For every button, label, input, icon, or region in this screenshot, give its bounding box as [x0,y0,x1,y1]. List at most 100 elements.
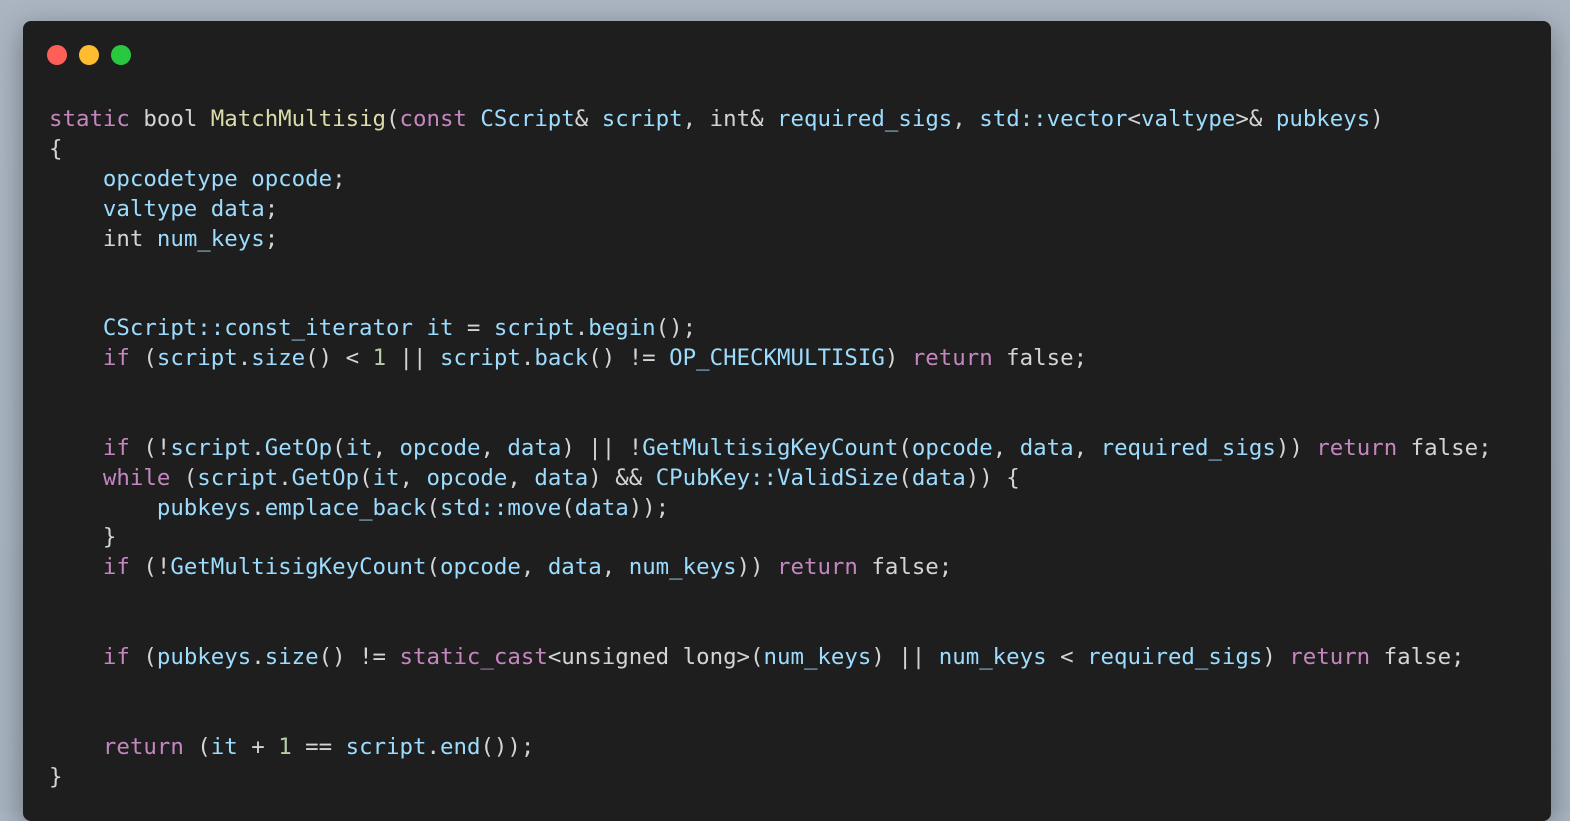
code-token: return [777,554,858,581]
code-token: (); [655,315,697,342]
code-line: pubkeys.emplace_back(std::move(data)); [49,494,1492,524]
code-token: false; [1370,644,1465,671]
code-token: ( [170,464,198,491]
code-token: } [49,763,63,790]
code-token: ( [561,494,575,521]
code-token: pubkeys [156,494,252,521]
code-token: . [278,464,292,491]
code-token: || [386,345,440,372]
code-token: ( [359,464,373,491]
code-token: < [1046,644,1088,671]
code-token: num_keys [156,225,265,252]
code-token: data [534,464,589,491]
code-token: ; [332,165,346,192]
code-token: ()); [480,733,535,760]
code-token: <unsigned long>( [547,644,764,671]
code-token: CPubKey::ValidSize [655,464,899,491]
code-token: )) [736,554,764,581]
code-token: () < [305,345,373,372]
code-token: + [237,733,279,760]
code-token: data [210,195,265,222]
code-token: OP_CHECKMULTISIG [669,345,885,372]
code-token: () != [588,345,670,372]
code-token: & [750,106,778,132]
code-token: . [426,733,440,760]
code-token: num_keys [628,554,737,581]
code-token: ( [129,644,157,671]
code-token: size [251,345,306,372]
code-token: , [399,464,427,491]
code-token: int [102,225,144,252]
code-token: const [399,106,467,132]
code-line: if (pubkeys.size() != static_cast<unsign… [49,643,1492,673]
code-token: required_sigs [1087,644,1263,671]
code-token: valtype [102,195,198,222]
code-token: )) { [965,464,1020,491]
code-token: } [49,524,117,551]
code-token: static_cast [399,644,548,671]
zoom-dot-icon[interactable] [111,45,131,65]
code-token: false; [992,345,1088,372]
code-token: ( [183,733,211,760]
code-token: if [102,644,130,671]
code-token: false; [857,554,953,581]
code-token: back [534,345,589,372]
code-token: data [547,554,602,581]
code-line: if (!script.GetOp(it, opcode, data) || !… [49,434,1492,464]
code-token: (! [129,554,171,581]
code-line: if (!GetMultisigKeyCount(opcode, data, n… [49,553,1492,583]
minimize-dot-icon[interactable] [79,45,99,65]
code-token: 1 [372,345,387,372]
code-token: , [601,554,629,581]
code-token: num_keys [763,644,872,671]
code-token: script [170,434,252,461]
code-token: bool [143,106,198,132]
code-token: false; [1397,434,1492,461]
code-token: opcode [251,165,333,192]
code-line: if (script.size() < 1 || script.back() !… [49,344,1492,374]
code-token: required_sigs [1100,434,1276,461]
code-token: (! [129,434,171,461]
code-token: , [1073,434,1101,461]
code-token: opcode [911,434,993,461]
code-token: script [439,345,521,372]
close-dot-icon[interactable] [47,45,67,65]
code-token: size [264,644,319,671]
code-token: if [102,345,130,372]
code-token: data [1019,434,1074,461]
code-token: return [1316,434,1398,461]
code-token: . [520,345,535,372]
code-token: ( [129,345,157,372]
code-token: ( [898,434,912,461]
code-token: if [102,434,130,461]
code-token: , [372,434,400,461]
code-token: GetMultisigKeyCount [642,434,899,461]
code-token: MatchMultisig [210,106,387,132]
code-token: script [197,464,279,491]
code-token: opcode [399,434,481,461]
code-token: if [102,554,130,581]
code-line: valtype data; [49,195,1492,225]
code-token: ) [1370,106,1384,132]
code-line: { [49,135,1492,165]
code-token: required_sigs [777,106,953,132]
code-token: script [156,345,238,372]
code-token: data [574,494,629,521]
code-block: static bool MatchMultisig(const CScript&… [49,105,1492,792]
code-token: CScript::const_iterator [102,315,413,342]
